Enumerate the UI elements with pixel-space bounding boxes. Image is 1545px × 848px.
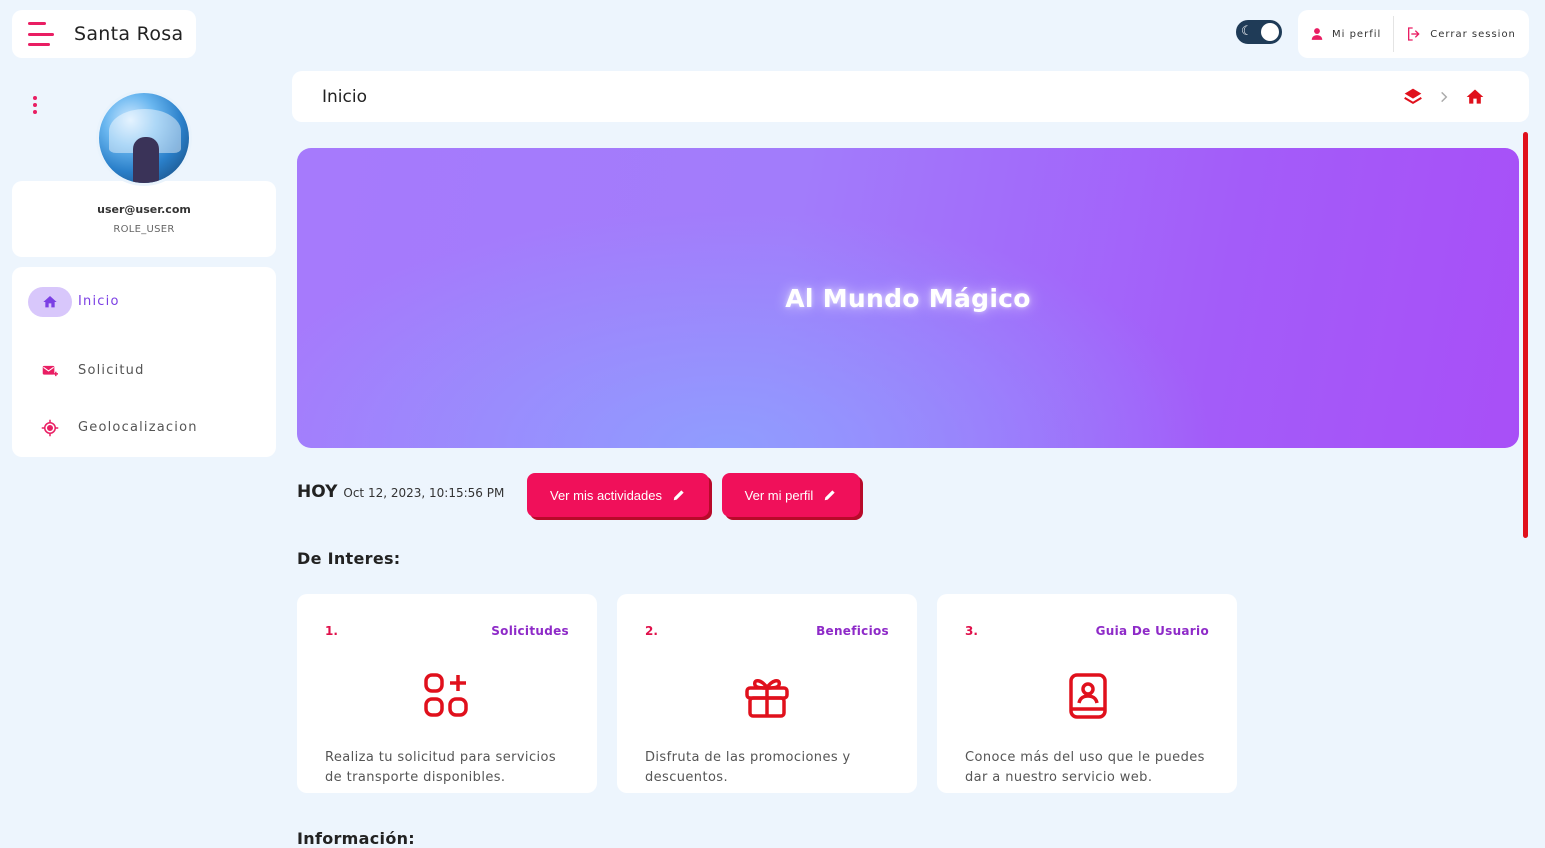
card-title: Beneficios <box>816 624 889 638</box>
home-icon[interactable] <box>1465 87 1485 107</box>
logout-button-label: Cerrar session <box>1430 28 1516 40</box>
card-title: Solicitudes <box>491 624 569 638</box>
interest-card-solicitudes[interactable]: 1. Solicitudes Realiza tu solicitud para… <box>297 594 597 793</box>
card-description: Realiza tu solicitud para servicios de t… <box>325 750 557 785</box>
view-profile-label: Ver mi perfil <box>744 487 814 503</box>
sidebar-item-label: Solicitud <box>78 363 145 378</box>
page-title: Inicio <box>322 86 367 107</box>
apps-add-icon <box>424 673 468 717</box>
current-datetime: Oct 12, 2023, 10:15:56 PM <box>343 486 505 500</box>
home-icon <box>28 286 72 317</box>
avatar <box>96 90 192 186</box>
logout-icon <box>1408 27 1420 41</box>
view-profile-button[interactable]: Ver mi perfil <box>722 473 860 517</box>
interest-section-title: De Interes: <box>297 549 401 568</box>
view-activities-button[interactable]: Ver mis actividades <box>527 473 709 517</box>
user-email: user@user.com <box>97 203 191 216</box>
chevron-right-icon <box>1441 91 1448 103</box>
pencil-icon <box>673 490 684 501</box>
banner-title: Al Mundo Mágico <box>785 283 1031 313</box>
user-guide-book-icon <box>1069 673 1107 719</box>
gift-icon <box>745 679 789 718</box>
layers-icon[interactable] <box>1403 87 1423 107</box>
theme-toggle[interactable]: ☾ <box>1236 20 1282 44</box>
interest-card-guia[interactable]: 3. Guia De Usuario Conoce más del uso qu… <box>937 594 1237 793</box>
user-actions: Mi perfil Cerrar session <box>1298 10 1529 58</box>
profile-card: user@user.com ROLE_USER <box>12 181 276 257</box>
today-label: HOY <box>297 482 338 502</box>
welcome-banner: Al Mundo Mágico <box>297 148 1519 448</box>
card-number: 1. <box>325 624 338 638</box>
location-target-icon <box>28 413 72 443</box>
card-number: 2. <box>645 624 658 638</box>
info-section-title: Información: <box>297 829 416 848</box>
card-description: Conoce más del uso que le puedes dar a n… <box>965 750 1205 785</box>
more-options-icon[interactable] <box>33 96 39 114</box>
sidebar-item-solicitud[interactable]: Solicitud <box>12 342 276 399</box>
menu-icon[interactable] <box>28 20 56 48</box>
breadcrumb <box>1389 87 1485 107</box>
sidebar-nav: Inicio Solicitud Geolocalizacion <box>12 267 276 457</box>
mail-send-icon <box>28 356 72 386</box>
user-role: ROLE_USER <box>113 224 175 235</box>
logout-button[interactable]: Cerrar session <box>1394 10 1528 58</box>
card-description: Disfruta de las promociones y descuentos… <box>645 750 851 785</box>
view-activities-label: Ver mis actividades <box>550 487 662 503</box>
pencil-icon <box>825 490 835 501</box>
sidebar-item-inicio[interactable]: Inicio <box>12 285 276 318</box>
card-title: Guia De Usuario <box>1095 624 1209 638</box>
sidebar-item-geolocalizacion[interactable]: Geolocalizacion <box>12 399 276 456</box>
brand-header: Santa Rosa <box>12 10 196 58</box>
profile-button-label: Mi perfil <box>1332 28 1382 40</box>
moon-icon: ☾ <box>1241 24 1253 39</box>
sidebar-item-label: Inicio <box>78 294 120 309</box>
page-header: Inicio <box>292 71 1529 122</box>
toggle-knob <box>1261 23 1279 41</box>
sidebar-item-label: Geolocalizacion <box>78 420 198 435</box>
scrollbar[interactable] <box>1523 132 1528 538</box>
profile-button[interactable]: Mi perfil <box>1298 10 1393 58</box>
today-row: HOY Oct 12, 2023, 10:15:56 PM <box>297 482 504 502</box>
interest-card-beneficios[interactable]: 2. Beneficios Disfruta de las promocione… <box>617 594 917 793</box>
user-icon <box>1311 28 1323 40</box>
app-title: Santa Rosa <box>74 23 184 45</box>
card-number: 3. <box>965 624 978 638</box>
